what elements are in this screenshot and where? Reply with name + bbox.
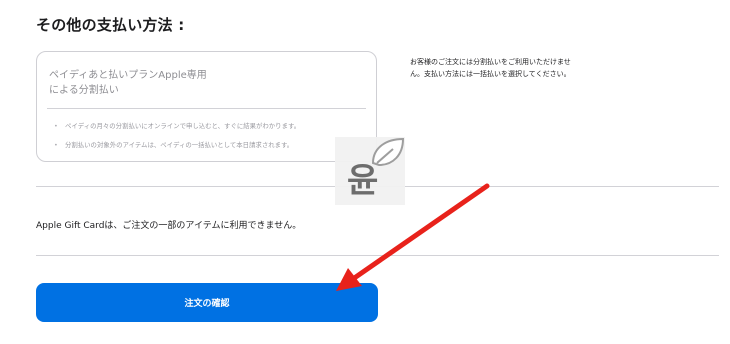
arrow-icon <box>336 183 490 291</box>
